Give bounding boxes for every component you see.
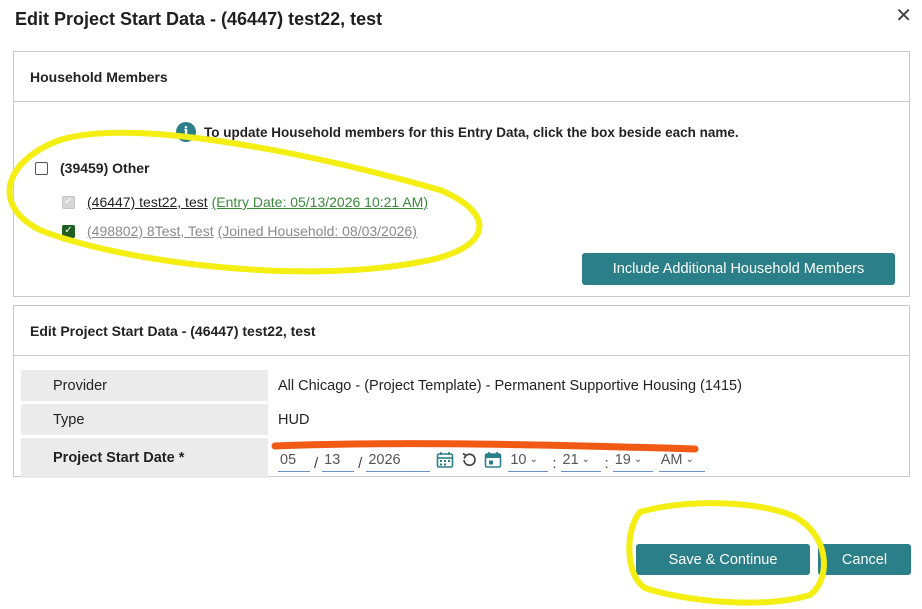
cancel-button[interactable]: Cancel	[818, 544, 911, 575]
household-panel-header: Household Members	[14, 52, 909, 102]
chevron-down-icon: ⌄	[529, 454, 538, 465]
household-member-row[interactable]: ✓ (46447) test22, test (Entry Date: 05/1…	[62, 194, 428, 210]
chevron-down-icon: ⌄	[581, 454, 591, 465]
group-checkbox[interactable]	[35, 161, 48, 175]
month-field[interactable]: 05	[278, 448, 310, 472]
info-text: To update Household members for this Ent…	[204, 124, 739, 140]
info-icon: i	[176, 122, 196, 142]
include-household-members-button[interactable]: Include Additional Household Members	[582, 253, 895, 285]
calendar-icon[interactable]	[436, 448, 454, 472]
edit-panel: Edit Project Start Data - (46447) test22…	[13, 305, 910, 478]
second-select[interactable]: 19 ⌄	[612, 448, 653, 472]
member-name-link[interactable]: (498802) 8Test, Test	[87, 223, 214, 239]
day-field[interactable]: 13	[322, 448, 355, 472]
dialog-title: Edit Project Start Data - (46447) test22…	[15, 9, 383, 29]
chevron-down-icon: ⌄	[633, 454, 643, 465]
provider-label: Provider	[46, 370, 268, 401]
member-checkbox[interactable]: ✓	[62, 224, 75, 238]
member-name-link[interactable]: (46447) test22, test	[87, 194, 208, 210]
calendar-clock-icon[interactable]	[484, 448, 502, 472]
chevron-down-icon: ⌄	[685, 454, 694, 465]
form-row-provider: Provider All Chicago - (Project Template…	[21, 370, 742, 401]
provider-value: All Chicago - (Project Template) - Perma…	[278, 377, 742, 394]
save-continue-button[interactable]: Save & Continue	[636, 544, 810, 575]
info-message: i To update Household members for this E…	[176, 122, 739, 142]
start-date-label: Project Start Date *	[46, 438, 268, 478]
year-field[interactable]: 2026	[366, 448, 431, 472]
type-label: Type	[46, 404, 268, 435]
undo-icon[interactable]	[460, 448, 478, 472]
close-icon[interactable]: ✕	[895, 6, 912, 26]
household-member-row[interactable]: ✓ (498802) 8Test, Test (Joined Household…	[62, 223, 417, 239]
edit-panel-header: Edit Project Start Data - (46447) test22…	[14, 306, 909, 356]
minute-select[interactable]: 21 ⌄	[560, 448, 601, 472]
member-entry-date: (Entry Date: 05/13/2026 10:21 AM)	[211, 194, 428, 210]
member-joined-date: (Joined Household: 08/03/2026)	[217, 223, 417, 239]
form-row-start-date: Project Start Date * 05 / 13 / 2026 10 ⌄…	[21, 438, 742, 478]
hour-select[interactable]: 10 ⌄	[508, 448, 549, 472]
form-row-type: Type HUD	[21, 404, 742, 435]
household-panel: Household Members i To update Household …	[13, 51, 910, 297]
member-checkbox-disabled: ✓	[62, 195, 75, 209]
type-value: HUD	[278, 411, 310, 428]
start-date-input: 05 / 13 / 2026 10 ⌄ : 21 ⌄: 19 ⌄ AM ⌄	[278, 444, 742, 472]
ampm-select[interactable]: AM ⌄	[658, 448, 705, 472]
edit-form-table: Provider All Chicago - (Project Template…	[21, 367, 742, 481]
household-group-row[interactable]: (39459) Other	[35, 160, 149, 176]
group-label: (39459) Other	[60, 160, 150, 176]
